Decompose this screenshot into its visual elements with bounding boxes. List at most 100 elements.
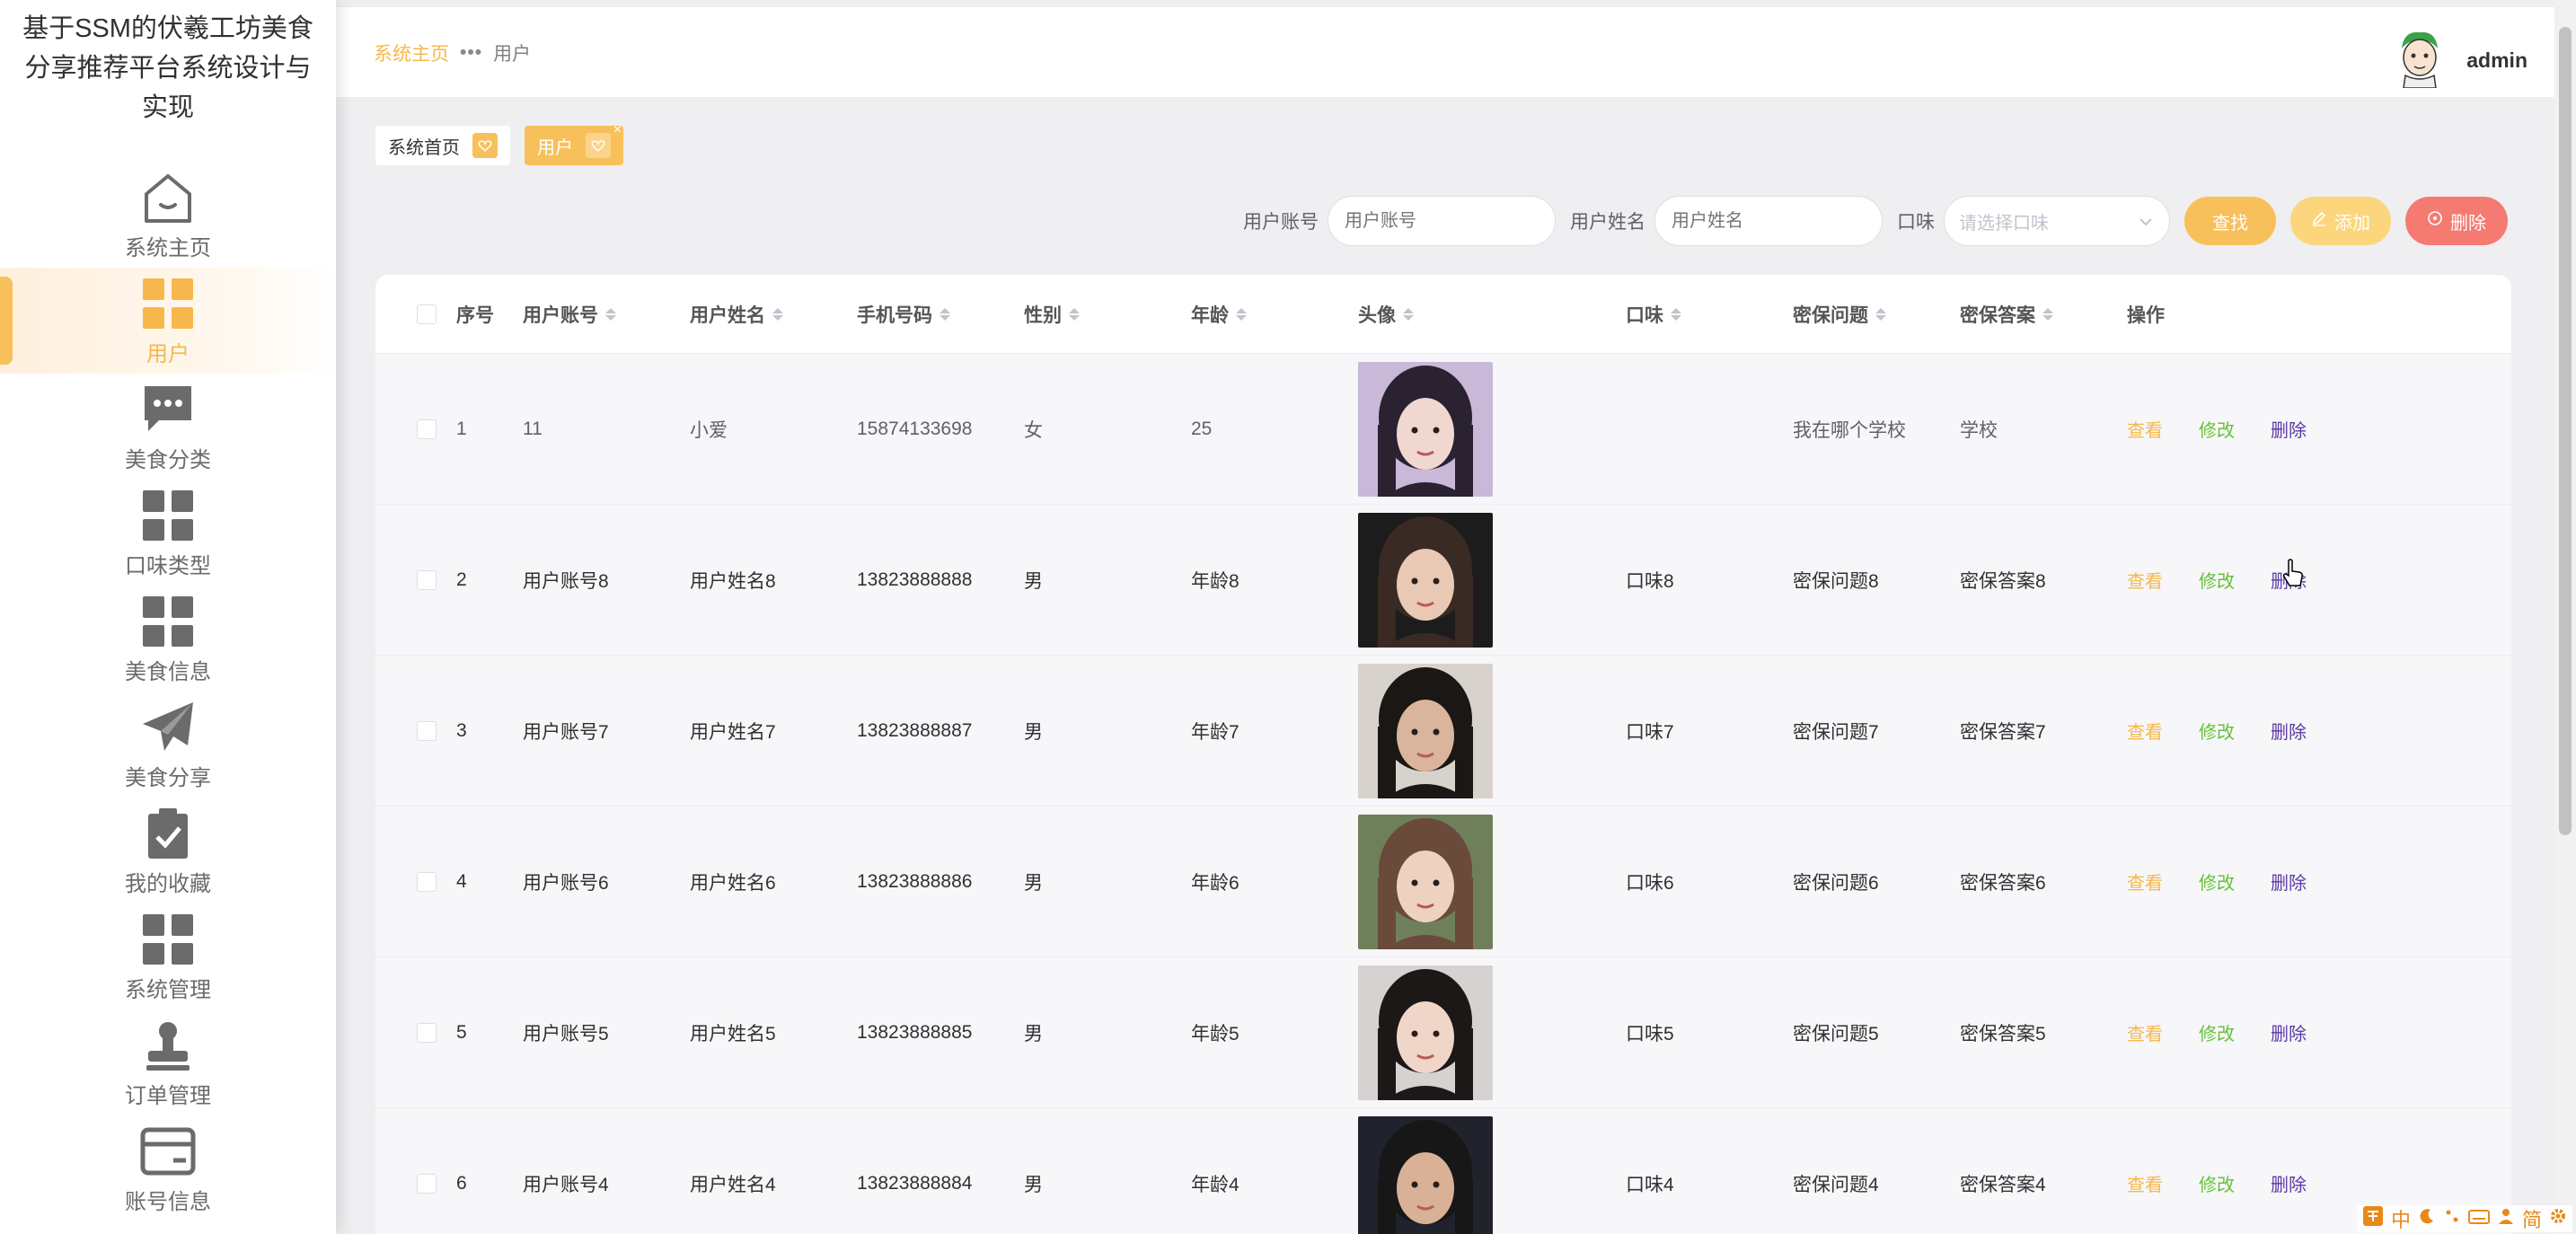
view-button[interactable]: 查看 xyxy=(2127,567,2163,593)
table-body: 1 11 小爱 15874133698 女 25 我在哪个学校 学校 查看 修改 删除 2 用户账号8 用… xyxy=(375,354,2511,1234)
avatar[interactable] xyxy=(2395,29,2445,93)
sort-icon[interactable] xyxy=(605,307,616,321)
cell-taste: 口味6 xyxy=(1626,872,1674,894)
sidebar-item-food-info[interactable]: 美食信息 xyxy=(0,586,336,692)
taste-select[interactable]: 请选择口味 xyxy=(1944,196,2170,246)
delete-button[interactable]: 删除 xyxy=(2271,416,2307,442)
sort-icon[interactable] xyxy=(940,307,950,321)
tab-bar: 系统首页 用户 × xyxy=(375,122,623,165)
sidebar-item-home[interactable]: 系统主页 xyxy=(0,162,336,268)
user-avatar-image[interactable] xyxy=(1358,1115,1493,1234)
account-label: 用户账号 xyxy=(1243,212,1319,233)
delete-button[interactable]: 删除 xyxy=(2271,868,2307,895)
tab-users[interactable]: 用户 × xyxy=(525,122,623,165)
add-button[interactable]: 添加 xyxy=(2290,197,2391,245)
header-answer[interactable]: 密保答案 xyxy=(1960,301,2127,328)
card-icon xyxy=(139,1123,197,1180)
sidebar-item-users[interactable]: 用户 xyxy=(0,268,336,374)
edit-button[interactable]: 修改 xyxy=(2199,868,2235,895)
cell-account: 用户账号4 xyxy=(523,1174,609,1195)
cell-phone: 13823888887 xyxy=(857,719,973,741)
view-button[interactable]: 查看 xyxy=(2127,1019,2163,1045)
account-search-input[interactable] xyxy=(1328,196,1556,246)
sidebar-item-food-category[interactable]: 美食分类 xyxy=(0,374,336,480)
user-menu[interactable]: admin xyxy=(2395,29,2527,93)
cell-name: 用户姓名8 xyxy=(690,570,776,592)
sidebar-item-label: 系统主页 xyxy=(125,235,211,260)
table-row: 2 用户账号8 用户姓名8 13823888888 男 年龄8 口味8 密保问题8 密保答案8 查… xyxy=(375,505,2511,656)
chat-bubble-icon xyxy=(139,381,197,438)
ime-status-bar[interactable]: 中 简 xyxy=(2356,1205,2572,1232)
breadcrumb-home[interactable]: 系统主页 xyxy=(374,40,449,66)
sort-icon[interactable] xyxy=(1875,307,1886,321)
sort-icon[interactable] xyxy=(1403,307,1414,321)
row-checkbox[interactable] xyxy=(417,419,437,439)
header-age[interactable]: 年龄 xyxy=(1191,301,1358,328)
edit-button[interactable]: 修改 xyxy=(2199,567,2235,593)
delete-button-label: 删除 xyxy=(2450,213,2486,234)
cell-answer: 密保答案5 xyxy=(1960,1023,2046,1044)
sidebar-item-system[interactable]: 系统管理 xyxy=(0,903,336,1009)
edit-button[interactable]: 修改 xyxy=(2199,416,2235,442)
sidebar-item-favorites[interactable]: 我的收藏 xyxy=(0,798,336,903)
user-avatar-image[interactable] xyxy=(1358,965,1493,1100)
page-scrollbar[interactable] xyxy=(2554,0,2576,1234)
table-row: 3 用户账号7 用户姓名7 13823888887 男 年龄7 口味7 密保问题7 密保答案7 查… xyxy=(375,656,2511,807)
ime-simplified: 简 xyxy=(2521,1209,2542,1231)
select-all-checkbox[interactable] xyxy=(417,304,437,324)
header-phone[interactable]: 手机号码 xyxy=(857,301,1024,328)
user-avatar-image[interactable] xyxy=(1358,512,1493,648)
find-button[interactable]: 查找 xyxy=(2184,197,2276,245)
row-checkbox[interactable] xyxy=(417,720,437,741)
pencil-icon xyxy=(2311,210,2327,232)
row-checkbox[interactable] xyxy=(417,569,437,590)
close-icon[interactable]: × xyxy=(613,122,622,138)
sidebar-item-taste-type[interactable]: 口味类型 xyxy=(0,480,336,586)
header-ops: 操作 xyxy=(2127,304,2165,326)
view-button[interactable]: 查看 xyxy=(2127,718,2163,744)
header-account[interactable]: 用户账号 xyxy=(523,301,690,328)
view-button[interactable]: 查看 xyxy=(2127,868,2163,895)
view-button[interactable]: 查看 xyxy=(2127,1170,2163,1196)
cell-account: 11 xyxy=(523,418,543,439)
name-label: 用户姓名 xyxy=(1570,212,1645,233)
sidebar: 基于SSM的伏羲工坊美食分享推荐平台系统设计与实现 系统主页 用户 美食分类 口… xyxy=(0,0,336,1234)
edit-button[interactable]: 修改 xyxy=(2199,1170,2235,1196)
name-search-input[interactable] xyxy=(1654,196,1883,246)
sidebar-item-orders[interactable]: 订单管理 xyxy=(0,1009,336,1115)
username[interactable]: admin xyxy=(2466,48,2527,73)
scrollbar-thumb[interactable] xyxy=(2559,27,2572,835)
user-avatar-image[interactable] xyxy=(1358,814,1493,949)
sidebar-item-food-share[interactable]: 美食分享 xyxy=(0,692,336,798)
header-avatar[interactable]: 头像 xyxy=(1358,301,1626,328)
header-sex[interactable]: 性别 xyxy=(1024,301,1191,328)
batch-delete-button[interactable]: 删除 xyxy=(2405,197,2508,245)
cell-avatar xyxy=(1358,965,1626,1100)
user-avatar-image[interactable] xyxy=(1358,361,1493,497)
edit-button[interactable]: 修改 xyxy=(2199,718,2235,744)
sidebar-item-account[interactable]: 账号信息 xyxy=(0,1115,336,1221)
delete-button[interactable]: 删除 xyxy=(2271,1170,2307,1196)
row-checkbox[interactable] xyxy=(417,1022,437,1043)
sort-icon[interactable] xyxy=(1069,307,1080,321)
header-name[interactable]: 用户姓名 xyxy=(690,301,857,328)
cell-phone: 13823888888 xyxy=(857,569,973,590)
row-checkbox[interactable] xyxy=(417,871,437,892)
header-taste[interactable]: 口味 xyxy=(1626,301,1793,328)
sort-icon[interactable] xyxy=(1671,307,1681,321)
edit-button[interactable]: 修改 xyxy=(2199,1019,2235,1045)
header-question[interactable]: 密保问题 xyxy=(1793,301,1960,328)
tab-system-home[interactable]: 系统首页 xyxy=(375,126,510,165)
cell-question: 密保问题7 xyxy=(1793,721,1879,743)
sort-icon[interactable] xyxy=(2042,307,2053,321)
view-button[interactable]: 查看 xyxy=(2127,416,2163,442)
cell-account: 用户账号7 xyxy=(523,721,609,743)
delete-button[interactable]: 删除 xyxy=(2271,1019,2307,1045)
user-avatar-image[interactable] xyxy=(1358,663,1493,798)
row-checkbox[interactable] xyxy=(417,1173,437,1194)
cell-age: 25 xyxy=(1191,418,1213,439)
sort-icon[interactable] xyxy=(1236,307,1247,321)
sort-icon[interactable] xyxy=(772,307,783,321)
cell-idx: 4 xyxy=(456,870,467,892)
delete-button[interactable]: 删除 xyxy=(2271,718,2307,744)
